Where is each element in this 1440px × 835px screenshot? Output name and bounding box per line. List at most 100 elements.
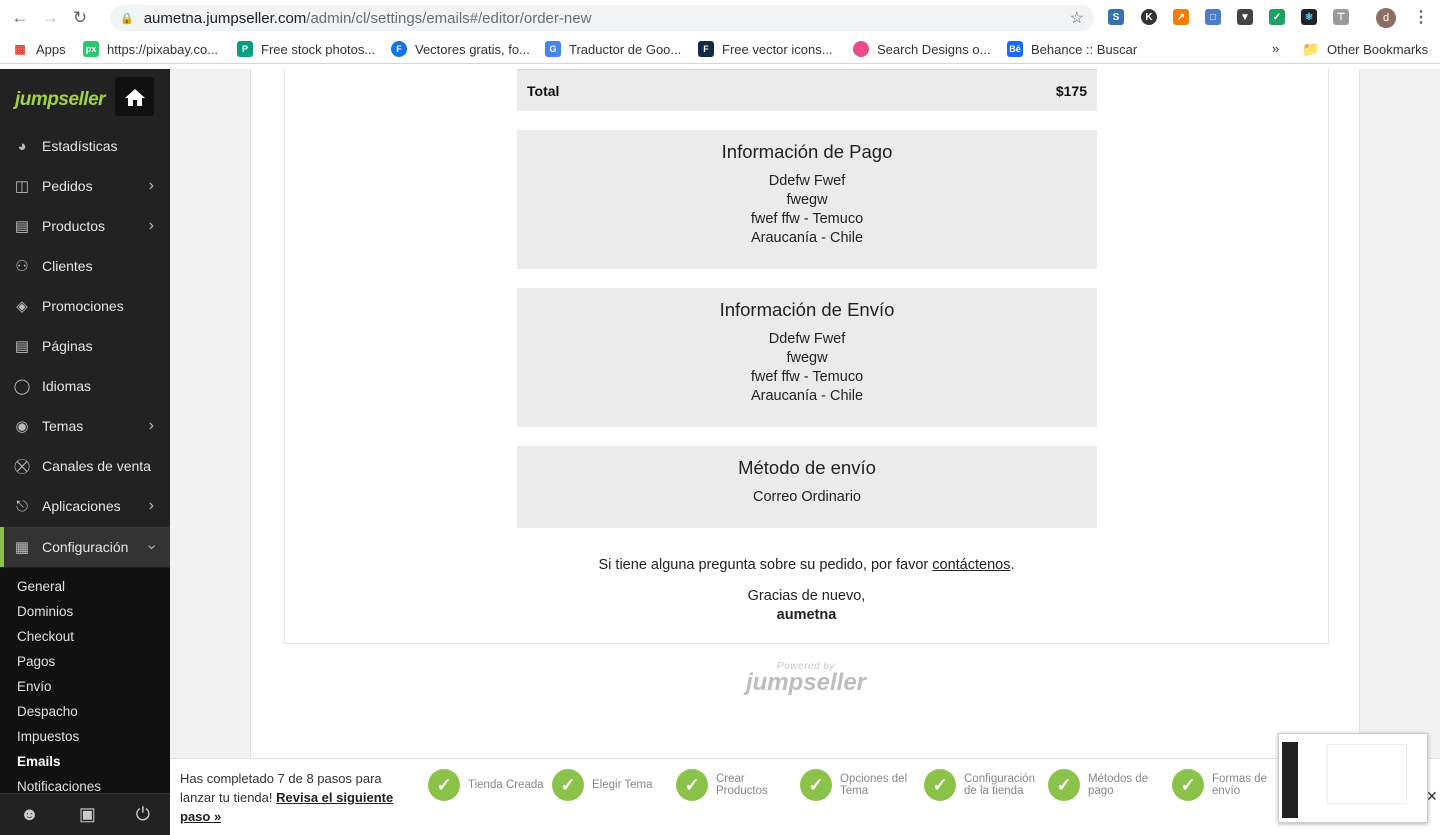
bookmark-behance[interactable]: Bē Behance :: Buscar [1007, 41, 1137, 57]
sidebar-item-canales-de-venta[interactable]: ⛒ Canales de venta [0, 446, 170, 486]
sidebar-item-productos[interactable]: ▤ Productos › [0, 206, 170, 246]
profile-avatar[interactable]: d [1376, 8, 1396, 28]
admin-sidebar: jumpseller ◕ Estadísticas ◫ Pedidos › ▤ Prod… [0, 69, 170, 835]
basket-icon: ◫ [14, 178, 30, 195]
dribbble-icon [853, 41, 869, 57]
address-bar[interactable]: 🔒 aumetna.jumpseller.com/admin/cl/settin… [110, 5, 1094, 31]
freepik-icon: F [391, 41, 407, 57]
onboarding-step[interactable]: ✓ Formas de envío [1172, 769, 1292, 801]
extension-k-icon[interactable]: K [1141, 9, 1157, 25]
user-icon[interactable]: ☻ [20, 804, 39, 825]
shipping-info-box: Información de Envío Ddefw Fwef fwegw fw… [517, 288, 1097, 427]
email-editor-area: Total $175 Información de Pago Ddefw Fwe… [170, 69, 1440, 759]
shipping-method-title: Método de envío [738, 457, 876, 478]
onboarding-step[interactable]: ✓ Configuración de la tienda [924, 769, 1044, 801]
check-circle-icon: ✓ [800, 769, 832, 801]
submenu-item-emails[interactable]: Emails [17, 754, 61, 769]
bookmarks-overflow-button[interactable]: » [1272, 41, 1279, 56]
contact-link[interactable]: contáctenos [932, 557, 1010, 573]
sidebar-item-promociones[interactable]: ◈ Promociones [0, 286, 170, 326]
thumbnail-sidebar [1282, 742, 1298, 818]
submenu-item-checkout[interactable]: Checkout [17, 629, 74, 644]
lock-icon: 🔒 [120, 12, 134, 25]
onboarding-step[interactable]: ✓ Crear Productos [676, 769, 796, 801]
powered-by-jumpseller: jumpseller [745, 669, 867, 696]
bookmark-pexels[interactable]: P Free stock photos... [237, 41, 375, 57]
onboarding-step[interactable]: ✓ Opciones del Tema [800, 769, 920, 801]
contact-question: Si tiene alguna pregunta sobre su pedido… [598, 557, 1015, 573]
power-icon[interactable]: ⏻ [136, 804, 150, 825]
extension-pin-icon[interactable]: ⊤ [1333, 9, 1349, 25]
box-icon: ▤ [14, 218, 30, 235]
sidebar-header: jumpseller [0, 69, 170, 125]
bookmark-pixabay[interactable]: px https://pixabay.co... [83, 41, 218, 57]
sidebar-item-paginas[interactable]: ▤ Páginas [0, 326, 170, 366]
bookmark-apps[interactable]: ▦ Apps [12, 41, 65, 57]
chevron-right-icon: › [148, 177, 154, 194]
eye-icon: ◉ [15, 418, 29, 435]
pexels-icon: P [237, 41, 253, 57]
powered-by-logo: Powered by jumpseller [736, 661, 876, 705]
bookmark-freepik[interactable]: F Vectores gratis, fo... [391, 41, 530, 57]
sidebar-item-configuracion[interactable]: ▦ Configuración › [0, 527, 170, 567]
browser-menu-icon[interactable]: ⋮ [1413, 7, 1429, 27]
submenu-item-notificaciones[interactable]: Notificaciones [17, 779, 101, 793]
thanks-text: Gracias de nuevo, [747, 588, 866, 604]
total-label: Total [527, 82, 560, 99]
check-circle-icon: ✓ [1172, 769, 1204, 801]
jumpseller-logo[interactable]: jumpseller [15, 89, 106, 111]
payment-info-line: Ddefw Fwef [768, 173, 846, 189]
extension-shield-icon[interactable]: ▼ [1237, 9, 1253, 25]
home-button[interactable] [115, 77, 154, 116]
payment-info-title: Información de Pago [721, 141, 893, 162]
home-icon [124, 88, 145, 106]
check-circle-icon: ✓ [924, 769, 956, 801]
sidebar-item-pedidos[interactable]: ◫ Pedidos › [0, 166, 170, 206]
page-icon: ▤ [14, 338, 30, 355]
bookmark-star-icon[interactable]: ☆ [1070, 8, 1084, 28]
users-icon: ⚇ [15, 258, 29, 275]
briefcase-icon[interactable]: ▣ [79, 804, 96, 825]
submenu-item-dominios[interactable]: Dominios [17, 604, 73, 619]
email-preview-canvas: Total $175 Información de Pago Ddefw Fwe… [250, 69, 1360, 759]
cart-icon: ⛒ [14, 457, 30, 475]
thumbnail-content [1327, 744, 1407, 804]
shipping-info-title: Información de Envío [719, 299, 895, 320]
payment-info-line: fwegw [786, 192, 828, 208]
extension-react-icon[interactable]: ⚛ [1301, 9, 1317, 25]
bookmark-dribbble[interactable]: Search Designs o... [853, 41, 990, 57]
onboarding-step[interactable]: ✓ Métodos de pago [1048, 769, 1168, 801]
sidebar-footer: ☻ ▣ ⏻ [0, 793, 170, 835]
total-value: $175 [1055, 82, 1087, 99]
submenu-item-envio[interactable]: Envío [17, 679, 52, 694]
sidebar-item-temas[interactable]: ◉ Temas › [0, 406, 170, 446]
extension-page-icon[interactable]: □ [1205, 9, 1221, 25]
submenu-item-impuestos[interactable]: Impuestos [17, 729, 79, 744]
extension-check-icon[interactable]: ✓ [1269, 9, 1285, 25]
sidebar-item-aplicaciones[interactable]: ⎋ Aplicaciones › [0, 486, 170, 526]
submenu-item-despacho[interactable]: Despacho [17, 704, 78, 719]
close-icon[interactable]: ✕ [1426, 788, 1438, 805]
shipping-info-line: fwegw [786, 350, 828, 366]
forward-arrow-icon[interactable]: → [40, 8, 60, 28]
email-body: Total $175 Información de Pago Ddefw Fwe… [284, 69, 1329, 644]
submenu-item-pagos[interactable]: Pagos [17, 654, 55, 669]
sidebar-item-clientes[interactable]: ⚇ Clientes [0, 246, 170, 286]
screenshot-thumbnail[interactable] [1278, 733, 1428, 823]
shipping-method-value: Correo Ordinario [753, 489, 861, 505]
bookmark-google-translate[interactable]: G Traductor de Goo... [545, 41, 681, 57]
onboarding-step[interactable]: ✓ Tienda Creada [428, 769, 548, 801]
sidebar-item-estadisticas[interactable]: ◕ Estadísticas [0, 126, 170, 166]
back-arrow-icon[interactable]: ← [10, 8, 30, 28]
extension-chart-icon[interactable]: ↗ [1173, 9, 1189, 25]
chevron-right-icon: › [148, 417, 154, 434]
apps-grid-icon: ▦ [14, 42, 26, 56]
onboarding-step[interactable]: ✓ Elegir Tema [552, 769, 672, 801]
reload-icon[interactable]: ↻ [70, 8, 90, 28]
extension-s-icon[interactable]: S [1108, 9, 1124, 25]
submenu-item-general[interactable]: General [17, 579, 65, 594]
bookmark-flaticon[interactable]: F Free vector icons... [698, 41, 833, 57]
sidebar-item-idiomas[interactable]: ◯ Idiomas [0, 366, 170, 406]
bookmark-other[interactable]: 📁 Other Bookmarks [1302, 41, 1428, 57]
shipping-method-box: Método de envío Correo Ordinario [517, 446, 1097, 528]
